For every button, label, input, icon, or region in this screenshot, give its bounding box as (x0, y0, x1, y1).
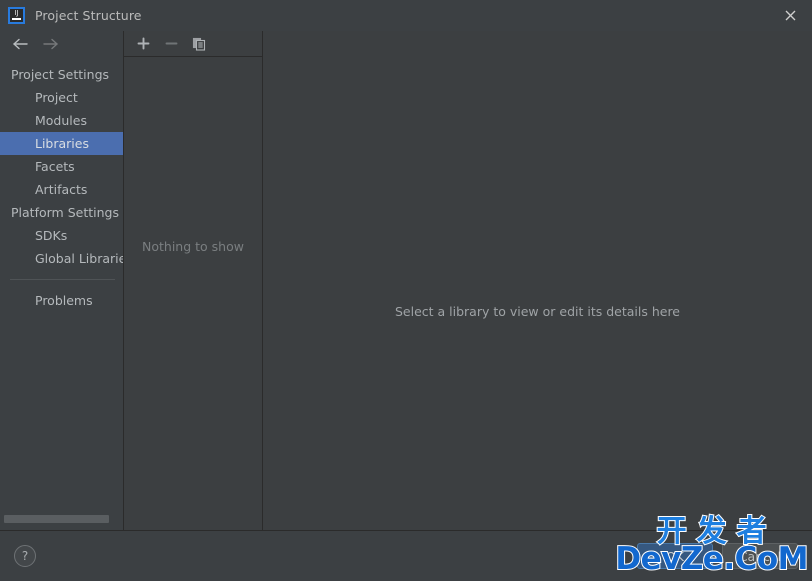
sidebar-item-project-settings[interactable]: Project Settings (0, 63, 123, 86)
arrow-left-icon[interactable] (8, 34, 32, 54)
copy-icon[interactable] (186, 33, 212, 55)
libraries-list-content: Nothing to show (124, 57, 262, 530)
libraries-toolbar (124, 31, 262, 57)
sidebar-item-problems[interactable]: Problems (0, 289, 123, 312)
sidebar-horizontal-scrollbar[interactable] (0, 514, 122, 524)
cancel-button[interactable]: Cancel (722, 543, 798, 569)
ok-button[interactable]: OK (637, 543, 713, 569)
sidebar-scrollbar-thumb[interactable] (4, 515, 109, 523)
empty-state-text: Nothing to show (142, 239, 244, 254)
minus-icon[interactable] (158, 33, 184, 55)
settings-sidebar: Project Settings Project Modules Librari… (0, 31, 124, 530)
sidebar-item-modules[interactable]: Modules (0, 109, 123, 132)
window-title: Project Structure (35, 8, 142, 23)
sidebar-item-libraries[interactable]: Libraries (0, 132, 123, 155)
intellij-idea-icon-text: IJ (14, 9, 19, 17)
sidebar-item-project[interactable]: Project (0, 86, 123, 109)
title-bar: IJ Project Structure (0, 0, 812, 31)
project-structure-dialog: IJ Project Structure Project Settings Pr… (0, 0, 812, 581)
sidebar-item-global-libraries[interactable]: Global Libraries (0, 247, 123, 270)
plus-icon[interactable] (130, 33, 156, 55)
library-details-panel: Select a library to view or edit its det… (263, 31, 812, 530)
intellij-idea-icon: IJ (8, 7, 25, 24)
sidebar-item-artifacts[interactable]: Artifacts (0, 178, 123, 201)
dialog-footer: ? OK Cancel (0, 530, 812, 581)
arrow-right-icon[interactable] (38, 34, 62, 54)
library-details-hint: Select a library to view or edit its det… (394, 304, 681, 319)
intellij-idea-icon-bar (12, 18, 21, 20)
libraries-list-panel: Nothing to show (124, 31, 263, 530)
dialog-body: Project Settings Project Modules Librari… (0, 31, 812, 530)
settings-tree: Project Settings Project Modules Librari… (0, 57, 123, 530)
close-icon[interactable] (768, 0, 812, 31)
sidebar-separator (10, 279, 115, 280)
sidebar-item-platform-settings[interactable]: Platform Settings (0, 201, 123, 224)
sidebar-item-sdks[interactable]: SDKs (0, 224, 123, 247)
navigation-bar (0, 31, 123, 57)
help-button[interactable]: ? (14, 545, 36, 567)
sidebar-item-facets[interactable]: Facets (0, 155, 123, 178)
